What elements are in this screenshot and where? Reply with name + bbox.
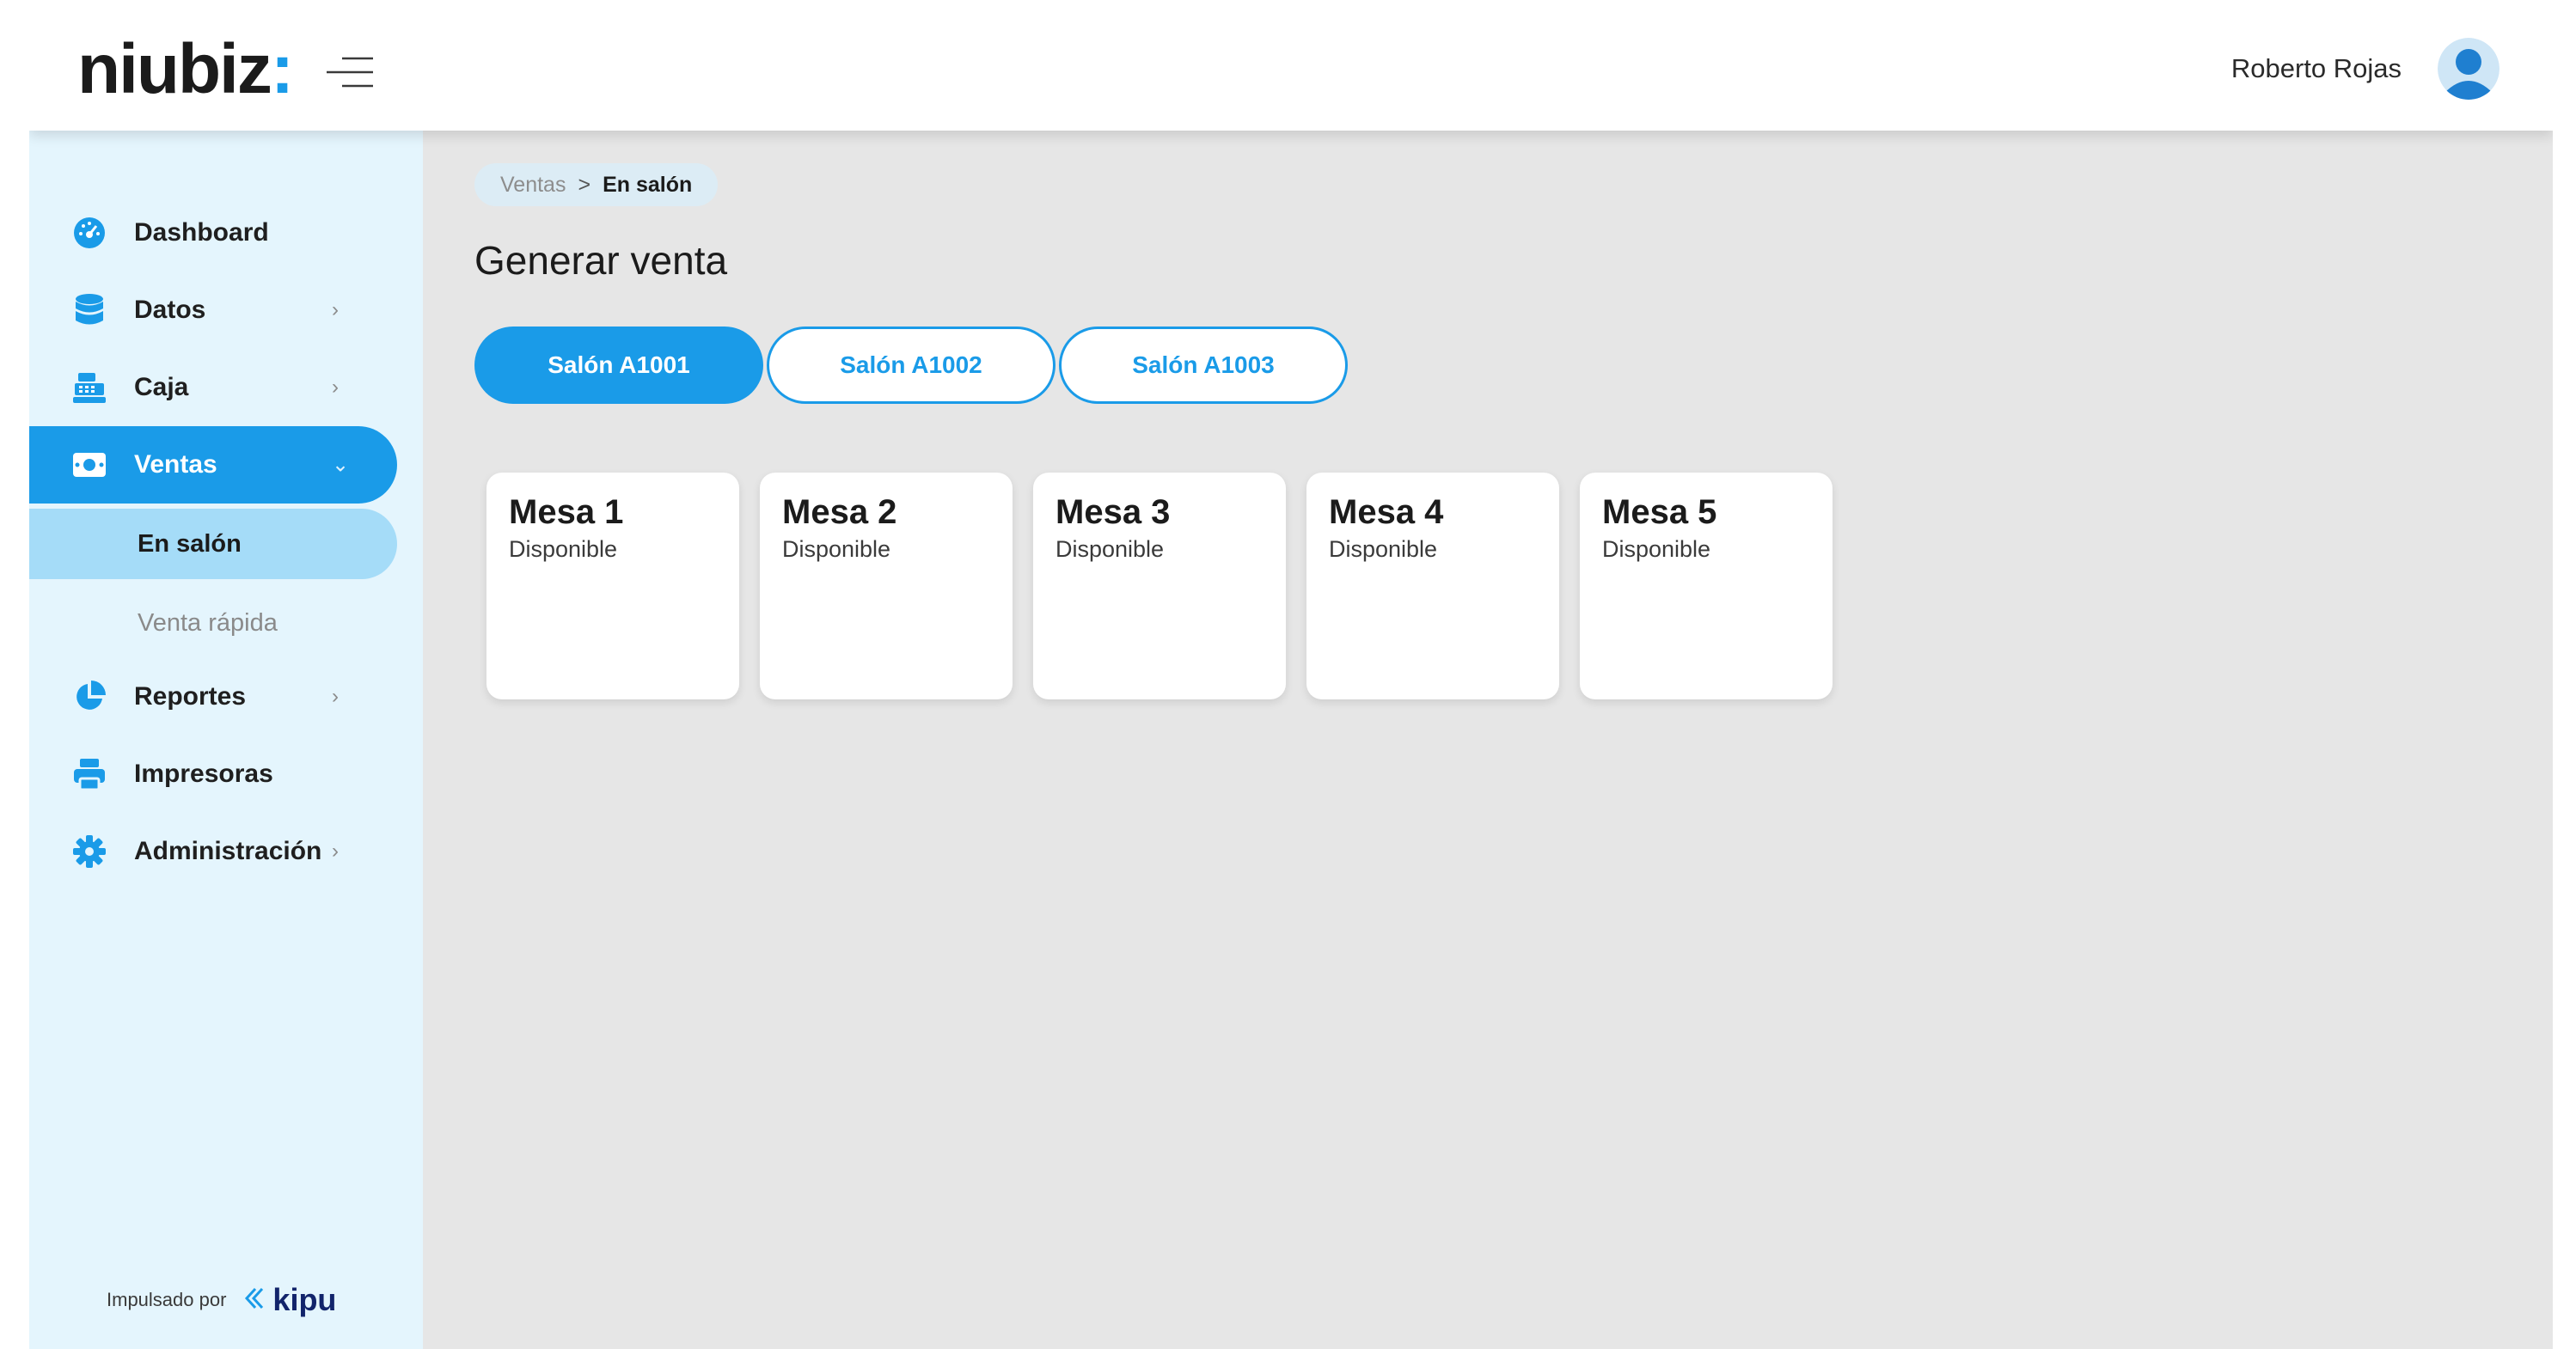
app-window: niubiz: Roberto Rojas Dashboard Datos › … [29, 10, 2553, 1349]
gear-icon [72, 834, 107, 869]
dashboard-gauge-icon [72, 216, 107, 250]
sidebar-item-label: Caja [134, 373, 189, 401]
sidebar-subitem-label: En salón [138, 529, 242, 558]
breadcrumb-ventas[interactable]: Ventas [500, 173, 566, 198]
tab-salon-a1003[interactable]: Salón A1003 [1059, 327, 1348, 404]
user-name[interactable]: Roberto Rojas [2231, 53, 2402, 84]
logo-text: niubiz [77, 30, 272, 108]
money-bill-icon [72, 448, 107, 482]
mesa-card-3[interactable]: Mesa 3 Disponible [1033, 473, 1286, 699]
breadcrumb-separator: > [578, 172, 591, 197]
niubiz-logo[interactable]: niubiz: [77, 34, 294, 105]
breadcrumb-en-salon: En salón [603, 172, 693, 197]
sidebar-item-label: Impresoras [134, 760, 273, 788]
mesa-status: Disponible [509, 536, 618, 562]
sidebar-item-administracion[interactable]: Administración › [29, 813, 397, 890]
mesa-status: Disponible [1602, 536, 1711, 562]
database-icon [72, 293, 107, 327]
mesa-title: Mesa 2 [782, 493, 897, 531]
mesa-card-2[interactable]: Mesa 2 Disponible [760, 473, 1013, 699]
kipu-logo-icon [243, 1287, 266, 1314]
hamburger-menu-icon[interactable] [323, 53, 376, 91]
page-title: Generar venta [474, 238, 728, 283]
sidebar-item-label: Dashboard [134, 218, 269, 247]
chevron-right-icon: › [332, 839, 339, 863]
cash-register-icon [72, 370, 107, 405]
chevron-right-icon: › [332, 298, 339, 321]
sidebar-item-datos[interactable]: Datos › [29, 272, 397, 349]
sidebar-item-dashboard[interactable]: Dashboard [29, 194, 397, 272]
kipu-brand: kipu [272, 1282, 337, 1317]
sidebar-item-label: Reportes [134, 682, 247, 711]
printer-icon [72, 757, 107, 791]
chevron-down-icon: ⌄ [332, 453, 350, 477]
breadcrumb: Ventas > En salón [474, 163, 719, 206]
sidebar-item-caja[interactable]: Caja › [29, 349, 397, 426]
user-avatar-icon[interactable] [2438, 38, 2500, 100]
pie-chart-icon [72, 680, 107, 714]
tab-salon-a1002[interactable]: Salón A1002 [767, 327, 1055, 404]
sidebar-item-label: Administración [134, 837, 322, 865]
sidebar-item-impresoras[interactable]: Impresoras [29, 736, 397, 813]
sidebar-subitem-venta-rapida[interactable]: Venta rápida [29, 588, 397, 658]
mesa-status: Disponible [782, 536, 891, 562]
sidebar-subitem-label: Venta rápida [138, 608, 278, 637]
mesa-card-4[interactable]: Mesa 4 Disponible [1306, 473, 1559, 699]
tab-salon-a1001[interactable]: Salón A1001 [474, 327, 763, 404]
mesa-card-5[interactable]: Mesa 5 Disponible [1580, 473, 1833, 699]
chevron-right-icon: › [332, 685, 339, 708]
mesa-title: Mesa 5 [1602, 493, 1717, 531]
mesa-status: Disponible [1329, 536, 1438, 562]
mesa-status: Disponible [1055, 536, 1165, 562]
sidebar-item-ventas[interactable]: Ventas ⌄ [29, 426, 397, 504]
sidebar-item-label: Datos [134, 296, 206, 324]
chevron-right-icon: › [332, 375, 339, 399]
powered-by-text: Impulsado por [107, 1289, 227, 1310]
mesa-title: Mesa 3 [1055, 493, 1171, 531]
sidebar-item-label: Ventas [134, 450, 217, 479]
mesa-title: Mesa 4 [1329, 493, 1444, 531]
mesa-card-1[interactable]: Mesa 1 Disponible [486, 473, 739, 699]
sidebar: Dashboard Datos › Caja › Ventas ⌄ En sal… [29, 131, 423, 1349]
sidebar-item-reportes[interactable]: Reportes › [29, 658, 397, 736]
top-header: niubiz: Roberto Rojas [29, 10, 2553, 131]
powered-by: Impulsado por kipu [107, 1282, 336, 1318]
logo-colon: : [270, 30, 294, 108]
sidebar-subitem-en-salon[interactable]: En salón [29, 509, 397, 579]
mesa-title: Mesa 1 [509, 493, 624, 531]
